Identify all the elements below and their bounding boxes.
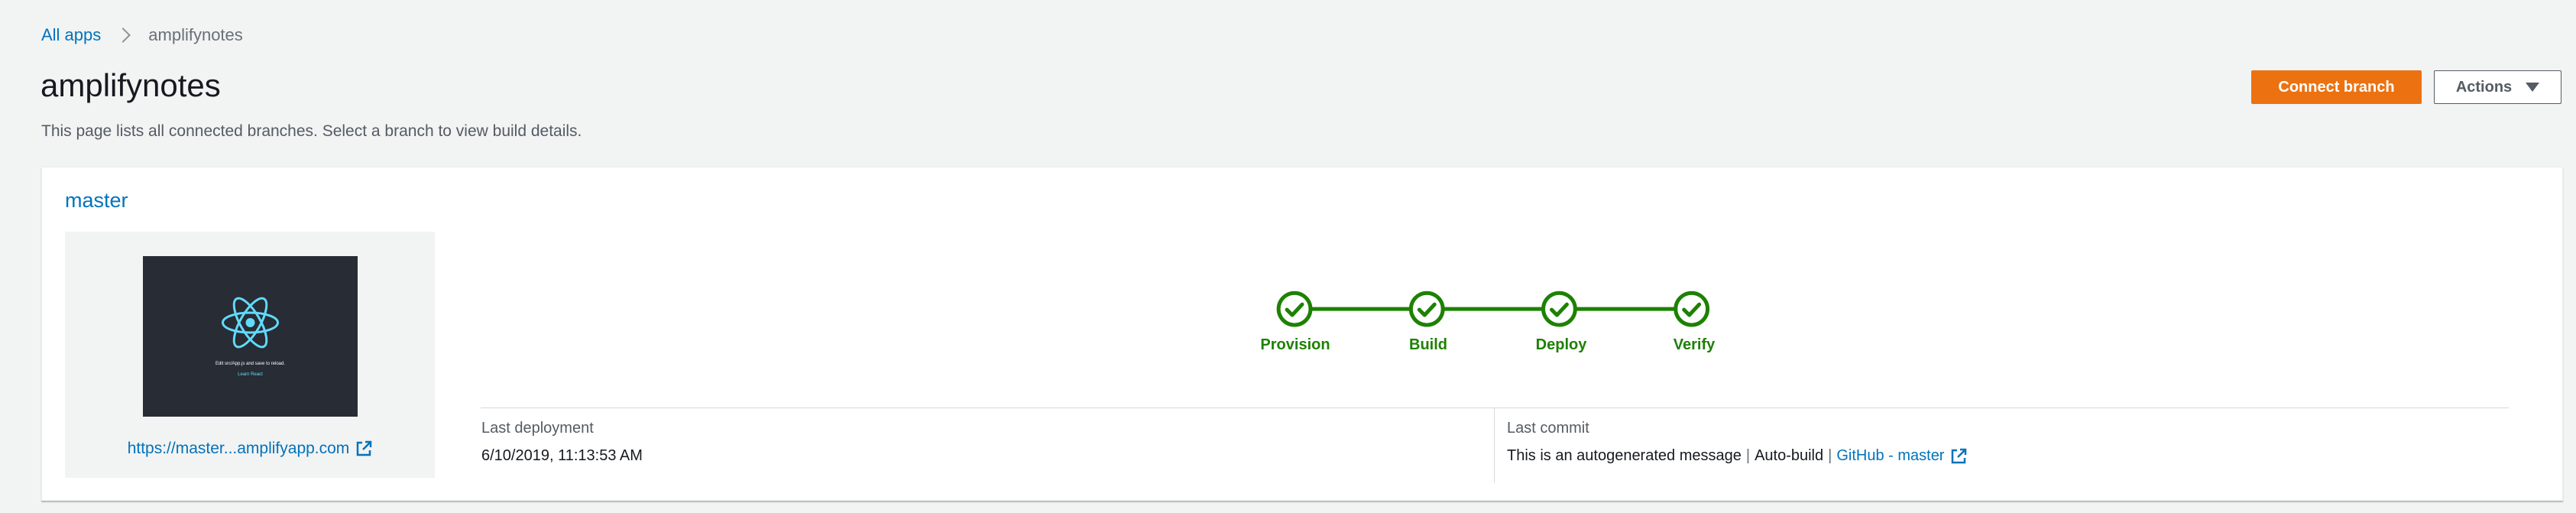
stage-label-provision: Provision [1260, 336, 1330, 353]
chevron-right-icon [115, 28, 131, 43]
separator: | [1828, 447, 1832, 464]
connect-branch-button[interactable]: Connect branch [2251, 70, 2422, 104]
breadcrumb-all-apps[interactable]: All apps [41, 25, 101, 45]
actions-dropdown-button[interactable]: Actions [2434, 70, 2561, 104]
repo-branch-link[interactable]: GitHub - master [1836, 447, 1967, 465]
build-status-icon [1408, 291, 1445, 327]
last-commit-label: Last commit [1507, 420, 1589, 437]
last-deployment-label: Last deployment [481, 420, 594, 437]
separator: | [1745, 447, 1751, 464]
connect-branch-label: Connect branch [2278, 78, 2395, 96]
last-commit-value: This is an autogenerated message | Auto-… [1507, 447, 1967, 465]
commit-message: This is an autogenerated message [1507, 447, 1742, 464]
info-divider [481, 407, 2509, 408]
build-pipeline [1276, 291, 1710, 327]
verify-status-icon [1674, 291, 1710, 327]
deploy-status-icon [1541, 291, 1577, 327]
branch-card: master Edit src/App.js and save to reloa… [41, 167, 2563, 501]
page-title: amplifynotes [41, 67, 221, 103]
build-type: Auto-build [1755, 447, 1824, 464]
provision-status-icon [1276, 291, 1313, 327]
breadcrumb: All apps amplifynotes [41, 23, 243, 47]
repo-branch-link-text: GitHub - master [1836, 447, 1945, 464]
stage-label-deploy: Deploy [1535, 336, 1587, 353]
info-column-divider [1494, 408, 1495, 483]
stage-label-build: Build [1409, 336, 1447, 353]
actions-label: Actions [2455, 78, 2513, 96]
last-deployment-value: 6/10/2019, 11:13:53 AM [481, 447, 643, 464]
stage-label-verify: Verify [1673, 336, 1716, 353]
caret-down-icon [2526, 83, 2540, 92]
page-description: This page lists all connected branches. … [41, 122, 582, 140]
breadcrumb-current: amplifynotes [148, 25, 243, 44]
external-link-icon [1952, 448, 1967, 463]
